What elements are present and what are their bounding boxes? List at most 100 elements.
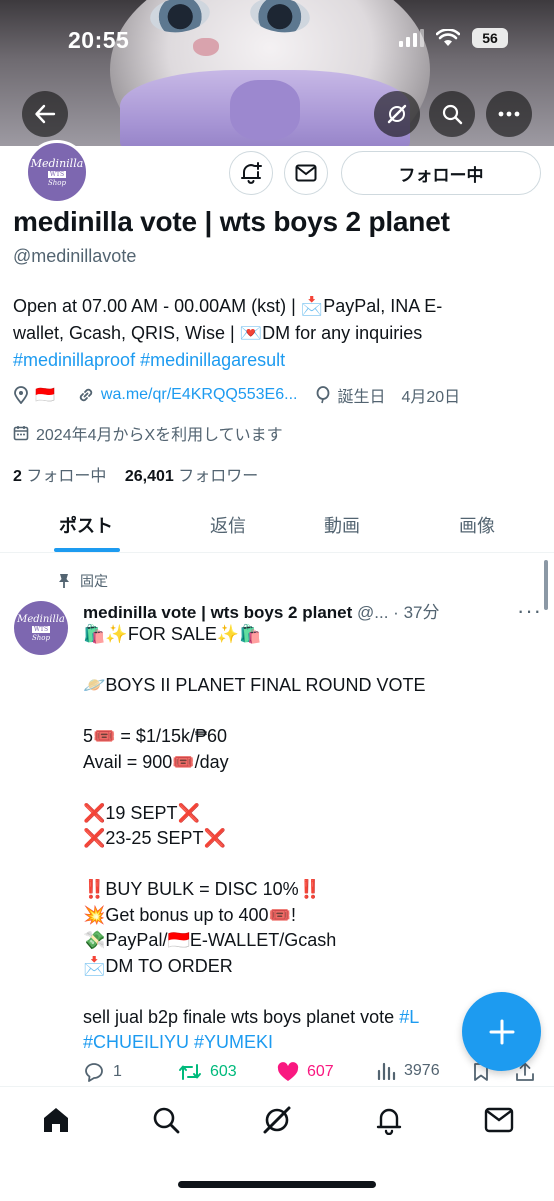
display-name: medinilla vote | wts boys 2 planet xyxy=(13,206,450,237)
back-arrow-icon xyxy=(35,104,56,124)
banner-bow-knot xyxy=(230,80,300,140)
post-time: 37分 xyxy=(403,603,440,622)
notify-button[interactable] xyxy=(229,151,273,195)
follow-stats: 2 フォロー中 26,401 フォロワー xyxy=(13,462,258,486)
avatar-text: Medinilla xyxy=(30,157,84,170)
pinned-label: 固定 xyxy=(58,571,108,591)
back-button[interactable] xyxy=(22,91,68,137)
birthday-item: 誕生日 4月20日 xyxy=(315,383,460,407)
post-author-name[interactable]: medinilla vote | wts boys 2 planet xyxy=(83,603,352,622)
signal-icon xyxy=(399,29,424,47)
following-link[interactable]: 2 フォロー中 xyxy=(13,468,106,485)
banner-cat-nose xyxy=(193,38,219,56)
pinned-text: 固定 xyxy=(80,573,108,589)
profile-bio: Open at 07.00 AM - 00.00AM (kst) | 📩PayP… xyxy=(13,293,533,374)
wifi-icon xyxy=(436,29,460,46)
tab-images[interactable]: 画像 xyxy=(417,498,537,552)
avatar-text: Medinilla xyxy=(17,614,65,625)
user-handle: @medinillavote xyxy=(13,246,137,266)
post-body[interactable]: 🛍️✨FOR SALE✨🛍️ 🪐BOYS II PLANET FINAL ROU… xyxy=(83,622,545,1056)
following-count: 2 xyxy=(13,468,22,485)
reply-count: 1 xyxy=(113,1063,122,1080)
following-label: フォロー中 xyxy=(26,468,107,485)
followers-count: 26,401 xyxy=(124,468,174,485)
battery-icon: 56 xyxy=(472,28,508,48)
balloon-icon xyxy=(317,386,330,404)
search-button[interactable] xyxy=(429,91,475,137)
mail-icon xyxy=(484,1107,514,1133)
bell-plus-icon xyxy=(241,162,262,184)
birthday-label: 誕生日 xyxy=(337,389,386,406)
post-author-handle[interactable]: @... xyxy=(357,603,388,622)
post-hashtag[interactable]: #L xyxy=(399,1007,419,1027)
post-actions: 1 603 607 3976 xyxy=(83,1062,543,1088)
post-line xyxy=(83,852,545,878)
bell-icon xyxy=(376,1108,402,1135)
bio-hashtags[interactable]: #medinillaproof #medinillagaresult xyxy=(13,347,533,374)
nav-notifications[interactable] xyxy=(369,1103,409,1137)
location-item: 🇮🇩 xyxy=(13,385,55,405)
profile-avatar[interactable]: Medinilla WTS Shop xyxy=(25,140,89,204)
like-button[interactable]: 607 xyxy=(277,1062,334,1082)
active-tab-indicator xyxy=(54,548,120,552)
nav-messages[interactable] xyxy=(479,1103,519,1137)
heart-icon xyxy=(277,1062,299,1081)
tab-videos[interactable]: 動画 xyxy=(282,498,402,552)
link-item[interactable]: wa.me/qr/E4KRQQ553E6... xyxy=(77,386,298,404)
reply-button[interactable]: 1 xyxy=(83,1062,122,1082)
scrollbar[interactable] xyxy=(544,560,548,610)
post-line: 🪐BOYS II PLANET FINAL ROUND VOTE xyxy=(83,675,426,695)
location-pin-icon xyxy=(14,386,28,404)
mail-icon xyxy=(295,164,317,182)
joined-date: 2024年4月からXを利用しています xyxy=(13,421,283,445)
repost-count: 603 xyxy=(210,1063,237,1080)
message-button[interactable] xyxy=(284,151,328,195)
post-line: 💥Get bonus up to 400🎟️! xyxy=(83,904,296,925)
post-line: ❌19 SEPT❌ xyxy=(83,802,200,823)
avatar-text: WTS xyxy=(47,171,67,178)
nav-search[interactable] xyxy=(146,1103,186,1137)
avatar-text: WTS xyxy=(31,626,51,633)
post-line: 🛍️✨FOR SALE✨🛍️ xyxy=(83,624,262,644)
post-line xyxy=(83,699,545,725)
profile-link[interactable]: wa.me/qr/E4KRQQ553E6... xyxy=(101,386,298,404)
post-line: 📩DM TO ORDER xyxy=(83,955,233,976)
following-button[interactable]: フォロー中 xyxy=(341,151,541,195)
post-more-button[interactable]: ··· xyxy=(517,598,542,624)
tab-posts[interactable]: ポスト xyxy=(26,498,146,552)
home-indicator xyxy=(178,1181,376,1188)
post-line: 5🎟️ = $1/15k/₱60 xyxy=(83,726,228,746)
reply-icon xyxy=(85,1063,103,1082)
status-icons: 56 xyxy=(399,28,508,48)
post-line: ‼️BUY BULK = DISC 10%‼️ xyxy=(83,879,322,899)
nav-home[interactable] xyxy=(36,1103,76,1137)
nav-grok[interactable] xyxy=(257,1103,297,1137)
plus-icon xyxy=(489,1019,514,1044)
followers-link[interactable]: 26,401 フォロワー xyxy=(125,468,258,485)
like-count: 607 xyxy=(307,1063,334,1080)
more-button[interactable] xyxy=(486,91,532,137)
post-line xyxy=(83,775,545,801)
bio-line: wallet, Gcash, QRIS, Wise | 💌DM for any … xyxy=(13,323,423,343)
grok-button[interactable] xyxy=(374,91,420,137)
link-icon xyxy=(79,388,93,402)
views-button[interactable]: 3976 xyxy=(376,1062,440,1080)
calendar-icon xyxy=(13,426,29,441)
search-icon xyxy=(442,104,463,125)
profile-tabs: ポスト 返信 動画 画像 xyxy=(0,498,554,553)
grok-icon xyxy=(387,104,407,124)
post-line: 💸PayPal/🇮🇩E-WALLET/Gcash xyxy=(83,930,337,950)
more-icon xyxy=(498,111,520,117)
repost-button[interactable]: 603 xyxy=(178,1062,237,1082)
tab-replies[interactable]: 返信 xyxy=(168,498,288,552)
compose-post-button[interactable] xyxy=(462,992,541,1071)
post-tags-text: sell jual b2p finale wts boys planet vot… xyxy=(83,1006,400,1027)
post-line xyxy=(83,648,545,674)
bio-line: Open at 07.00 AM - 00.00AM (kst) | 📩PayP… xyxy=(13,296,443,316)
avatar-text: Shop xyxy=(48,179,66,187)
views-icon xyxy=(377,1062,396,1080)
avatar-text: Shop xyxy=(32,634,50,642)
post-avatar[interactable]: Medinilla WTS Shop xyxy=(14,601,68,655)
search-icon xyxy=(153,1107,180,1134)
profile-meta: 🇮🇩 wa.me/qr/E4KRQQ553E6... 誕生日 4月20日 xyxy=(13,383,468,407)
